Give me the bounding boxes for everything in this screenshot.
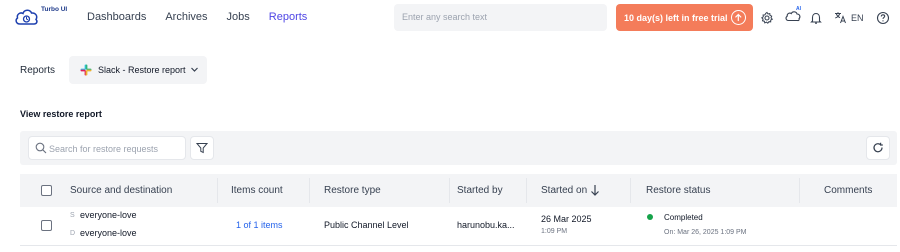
nav-reports[interactable]: Reports	[269, 11, 308, 23]
row-checkbox[interactable]	[41, 220, 52, 231]
reports-label: Reports	[20, 65, 56, 76]
col-started-on[interactable]: Started on	[541, 185, 587, 196]
restore-type: Public Channel Level	[324, 220, 409, 230]
destination-name: everyone-love	[80, 228, 137, 238]
status-label: Completed	[664, 213, 703, 222]
translate-icon	[835, 12, 846, 24]
trial-label: 10 day(s) left in free trial	[624, 12, 728, 23]
destination-tag: D	[70, 230, 76, 237]
source-tag: S	[70, 212, 75, 219]
filter-button[interactable]	[190, 136, 214, 160]
status-detail: On: Mar 26, 2025 1:09 PM	[664, 229, 747, 236]
col-items-count[interactable]: Items count	[231, 185, 283, 196]
nav-archives[interactable]: Archives	[165, 11, 207, 23]
table-row[interactable]: S everyone-love D everyone-love 1 of 1 i…	[20, 207, 897, 246]
section-title: View restore report	[20, 109, 102, 119]
chevron-down-icon	[191, 67, 198, 72]
report-type-label: Slack - Restore report	[98, 65, 186, 75]
started-on-date: 26 Mar 2025	[541, 214, 592, 224]
col-restore-type[interactable]: Restore type	[324, 185, 381, 196]
trial-button[interactable]: 10 day(s) left in free trial	[616, 4, 753, 31]
column-divider	[526, 178, 527, 203]
column-divider	[217, 178, 218, 203]
started-on-time: 1:09 PM	[541, 228, 568, 235]
main-nav: Dashboards Archives Jobs Reports	[87, 11, 326, 23]
table-toolbar	[20, 131, 897, 165]
items-count-link[interactable]: 1 of 1 items	[236, 220, 283, 230]
slack-icon	[80, 64, 92, 76]
nav-dashboards[interactable]: Dashboards	[87, 11, 146, 23]
report-type-dropdown[interactable]: Slack - Restore report	[69, 56, 207, 84]
gear-icon[interactable]	[760, 11, 774, 25]
col-source-destination[interactable]: Source and destination	[70, 185, 172, 196]
restore-search-input[interactable]	[49, 140, 183, 157]
language-label: EN	[851, 12, 864, 23]
table-header: Source and destination Items count Resto…	[20, 174, 897, 207]
column-divider	[449, 178, 450, 203]
language-selector[interactable]: EN	[834, 11, 864, 24]
help-icon[interactable]	[876, 11, 890, 25]
source-name: everyone-love	[80, 210, 137, 220]
refresh-icon	[873, 142, 883, 153]
global-search-input[interactable]: Enter any search text	[394, 4, 607, 31]
select-all-checkbox[interactable]	[41, 185, 52, 196]
column-divider	[799, 178, 800, 203]
restore-search-box	[28, 136, 186, 160]
started-by: harunobu.ka...	[457, 220, 515, 230]
ai-badge: AI	[796, 6, 801, 12]
nav-jobs[interactable]: Jobs	[227, 11, 250, 23]
col-comments[interactable]: Comments	[824, 185, 872, 196]
cloud-logo-icon	[15, 9, 38, 25]
arrow-up-icon	[731, 10, 746, 25]
refresh-button[interactable]	[866, 136, 890, 160]
sort-arrow-down-icon[interactable]	[590, 184, 600, 196]
bell-icon[interactable]	[809, 11, 823, 25]
column-divider	[630, 178, 631, 203]
filter-icon	[196, 143, 208, 154]
app-logo[interactable]: Turbo UI	[14, 4, 70, 30]
search-icon	[35, 142, 47, 154]
top-header: Turbo UI Dashboards Archives Jobs Report…	[0, 0, 900, 36]
column-divider	[309, 178, 310, 203]
col-started-by[interactable]: Started by	[457, 185, 503, 196]
col-restore-status[interactable]: Restore status	[646, 185, 710, 196]
app-name: Turbo UI	[41, 6, 68, 13]
restore-table: Source and destination Items count Resto…	[20, 174, 897, 246]
status-dot	[647, 214, 653, 220]
